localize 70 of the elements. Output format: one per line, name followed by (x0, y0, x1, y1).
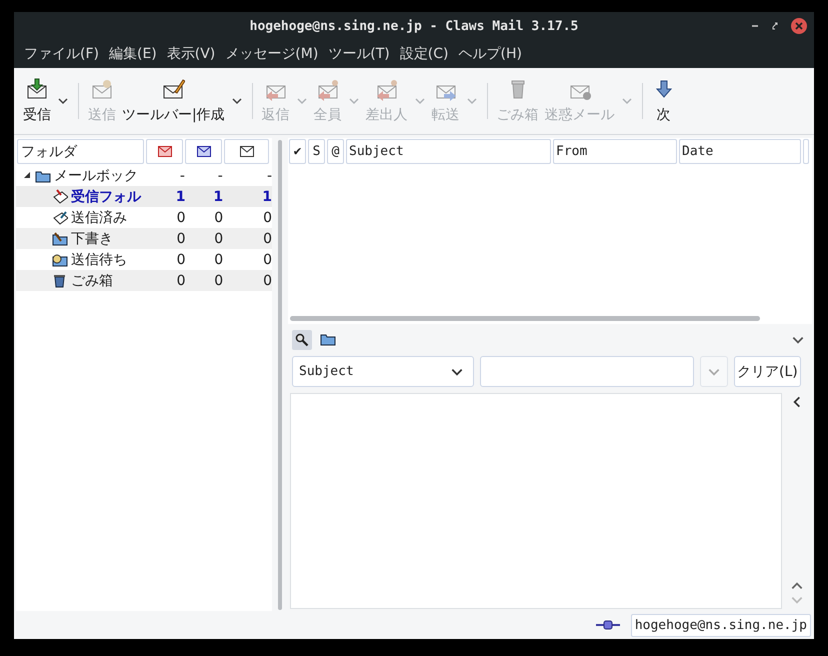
close-icon[interactable] (790, 17, 808, 35)
unread-count: 0 (213, 230, 224, 246)
menu-item[interactable]: ファイル(F) (20, 43, 103, 65)
trash-icon (52, 272, 68, 288)
toolbar-button[interactable]: 受信 (20, 76, 54, 126)
unread-count: - (216, 168, 223, 184)
column-header[interactable]: @ (327, 139, 344, 164)
folder-icon (320, 333, 336, 347)
tray-icon (52, 188, 68, 204)
search-field[interactable] (480, 356, 694, 387)
total-count: 0 (262, 210, 272, 226)
new-count: 1 (174, 188, 186, 204)
clock-folder-icon (52, 252, 68, 268)
folder-row[interactable]: 下書き 0 0 0 (16, 228, 272, 249)
toolbar-button[interactable]: ツールバー|作成 (119, 76, 228, 126)
folder-name: 受信フォル (71, 188, 141, 206)
toolbar-button[interactable]: 次 (648, 76, 679, 126)
total-count: - (266, 168, 272, 184)
folder-name: メールボック (54, 166, 138, 184)
maximize-icon[interactable] (770, 21, 780, 31)
unread-count: 1 (212, 188, 224, 204)
expander-icon[interactable] (22, 170, 32, 180)
menu-item[interactable]: 表示(V) (162, 43, 220, 65)
new-count: 0 (176, 230, 186, 246)
menu-item[interactable]: ツール(T) (324, 43, 394, 65)
column-header[interactable]: フォルダ (17, 139, 144, 164)
clear-button[interactable]: クリア(L) (734, 356, 801, 387)
folder-name: 送信済み (71, 208, 127, 226)
menu-item[interactable]: 編集(E) (104, 43, 161, 65)
column-header[interactable]: S (308, 139, 325, 164)
scrollbar[interactable] (290, 316, 760, 321)
envelope-icon (240, 146, 254, 157)
window-title: hogehoge@ns.sing.ne.jp - Claws Mail 3.17.5 (250, 18, 578, 34)
menu-item[interactable]: 設定(C) (396, 43, 452, 65)
envelope-icon (158, 146, 172, 157)
column-header[interactable] (185, 139, 222, 164)
column-header[interactable]: ✔ (289, 139, 306, 164)
search-icon (295, 333, 309, 347)
unread-count: 0 (213, 210, 224, 226)
folder-name: 下書き (71, 230, 113, 248)
plug-icon (594, 619, 621, 631)
menu-item[interactable]: メッセージ(M) (221, 43, 322, 65)
new-count: 0 (176, 210, 186, 226)
tray-icon (52, 210, 68, 226)
total-count: 1 (261, 188, 272, 204)
column-header[interactable]: Subject (346, 139, 551, 164)
search-button[interactable] (292, 330, 312, 350)
menu-item[interactable]: ヘルプ(H) (454, 43, 526, 65)
new-count: 0 (176, 272, 186, 288)
unread-count: 0 (213, 252, 224, 268)
total-count: 0 (262, 252, 272, 268)
column-header[interactable]: Date (679, 139, 801, 164)
search-type-select[interactable]: Subject (292, 356, 474, 387)
column-header[interactable]: From (553, 139, 677, 164)
envelope-icon (196, 146, 210, 157)
envelope-arrow-icon (374, 78, 399, 102)
total-count: 0 (262, 230, 272, 246)
new-count: 0 (176, 252, 186, 268)
folder-name: ごみ箱 (71, 272, 113, 290)
unread-count: 0 (213, 272, 224, 288)
folder-name: 送信待ち (71, 250, 127, 268)
envelope-arrow-icon (316, 78, 340, 102)
folder-row[interactable]: ごみ箱 0 0 0 (16, 270, 272, 291)
new-count: - (178, 168, 185, 184)
total-count: 0 (262, 272, 272, 288)
account-label: hogehoge@ns.sing.ne.jp (630, 614, 811, 636)
folder-icon (52, 230, 68, 246)
folder-row[interactable]: 受信フォル 1 1 1 (16, 186, 272, 207)
column-header[interactable] (224, 139, 269, 164)
column-header[interactable] (146, 139, 183, 164)
